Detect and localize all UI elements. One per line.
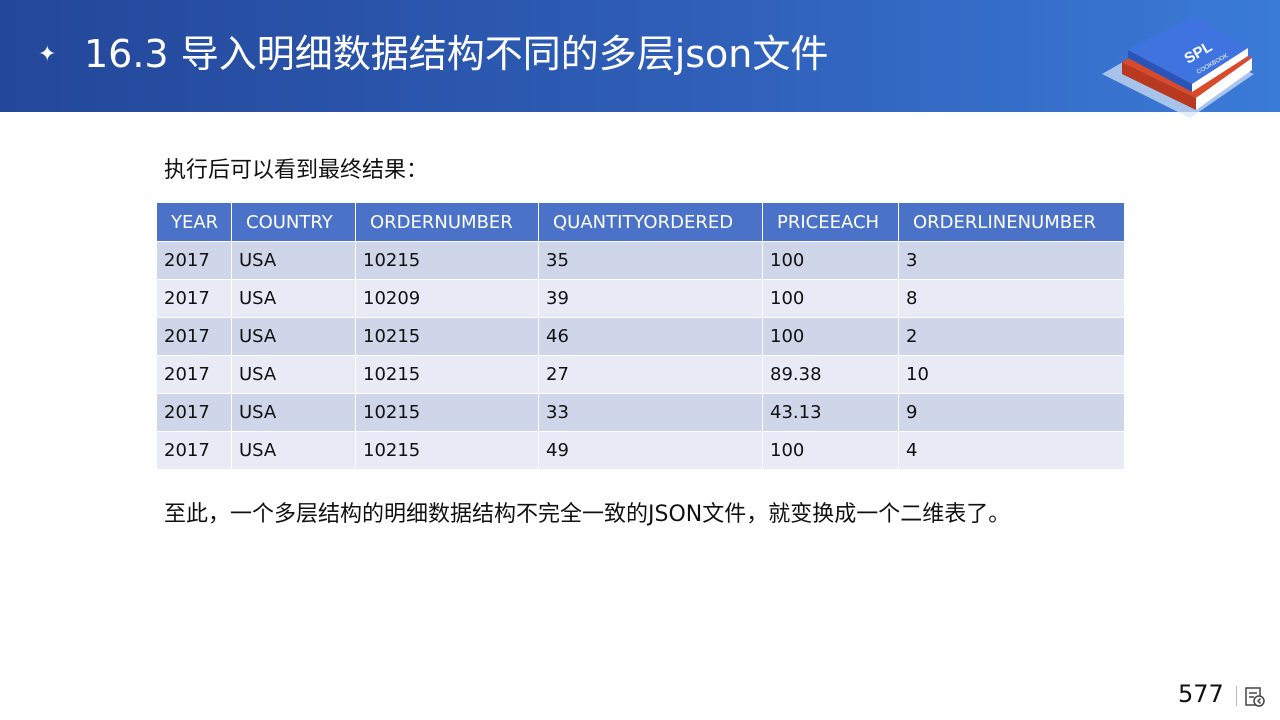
table-cell: 2017: [156, 317, 232, 356]
title-bar: ✦ 16.3 导入明细数据结构不同的多层json文件: [0, 0, 1280, 112]
sparkle-star-icon: ✦: [38, 42, 57, 67]
result-table: YEAR COUNTRY ORDERNUMBER QUANTITYORDERED…: [156, 202, 1125, 470]
table-cell: USA: [231, 355, 356, 394]
table-cell: 8: [898, 279, 1125, 318]
table-cell: 10215: [355, 241, 539, 280]
column-header: ORDERLINENUMBER: [898, 202, 1125, 242]
table-cell: 49: [538, 431, 763, 470]
table-cell: 10215: [355, 355, 539, 394]
table-cell: 100: [762, 279, 899, 318]
column-header: ORDERNUMBER: [355, 202, 539, 242]
column-header: COUNTRY: [231, 202, 356, 242]
slide-title: 16.3 导入明细数据结构不同的多层json文件: [84, 32, 829, 76]
table-header-row: YEAR COUNTRY ORDERNUMBER QUANTITYORDERED…: [156, 202, 1125, 242]
table-cell: USA: [231, 241, 356, 280]
page-number: 577: [1178, 680, 1224, 708]
table-row: 2017 USA 10215 27 89.38 10: [156, 355, 1125, 394]
table-cell: 10215: [355, 317, 539, 356]
table-cell: 2: [898, 317, 1125, 356]
table-cell: 2017: [156, 393, 232, 432]
column-header: PRICEEACH: [762, 202, 899, 242]
table-cell: 46: [538, 317, 763, 356]
table-cell: 89.38: [762, 355, 899, 394]
table-cell: USA: [231, 279, 356, 318]
column-header: YEAR: [156, 202, 232, 242]
table-cell: 10209: [355, 279, 539, 318]
footer-divider: [1236, 686, 1237, 706]
book-stack-icon: SPL COOKBOOK: [1102, 16, 1254, 118]
table-cell: 4: [898, 431, 1125, 470]
table-cell: 10215: [355, 431, 539, 470]
table-row: 2017 USA 10209 39 100 8: [156, 279, 1125, 318]
table-cell: 33: [538, 393, 763, 432]
table-cell: 9: [898, 393, 1125, 432]
table-row: 2017 USA 10215 35 100 3: [156, 241, 1125, 280]
table-cell: 10215: [355, 393, 539, 432]
table-cell: 100: [762, 317, 899, 356]
table-cell: 2017: [156, 431, 232, 470]
table-row: 2017 USA 10215 46 100 2: [156, 317, 1125, 356]
table-row: 2017 USA 10215 33 43.13 9: [156, 393, 1125, 432]
table-cell: USA: [231, 431, 356, 470]
table-cell: 27: [538, 355, 763, 394]
table-cell: 2017: [156, 279, 232, 318]
table-cell: 10: [898, 355, 1125, 394]
column-header: QUANTITYORDERED: [538, 202, 763, 242]
table-cell: USA: [231, 317, 356, 356]
intro-text: 执行后可以看到最终结果：: [164, 158, 429, 183]
summary-text: 至此，一个多层结构的明细数据结构不完全一致的JSON文件，就变换成一个二维表了。: [164, 502, 1011, 527]
table-cell: USA: [231, 393, 356, 432]
table-cell: 100: [762, 431, 899, 470]
table-cell: 43.13: [762, 393, 899, 432]
slide-navigation-icon[interactable]: [1244, 686, 1266, 708]
table-cell: 3: [898, 241, 1125, 280]
table-cell: 35: [538, 241, 763, 280]
table-cell: 100: [762, 241, 899, 280]
table-row: 2017 USA 10215 49 100 4: [156, 431, 1125, 470]
table-cell: 39: [538, 279, 763, 318]
table-cell: 2017: [156, 241, 232, 280]
table-cell: 2017: [156, 355, 232, 394]
